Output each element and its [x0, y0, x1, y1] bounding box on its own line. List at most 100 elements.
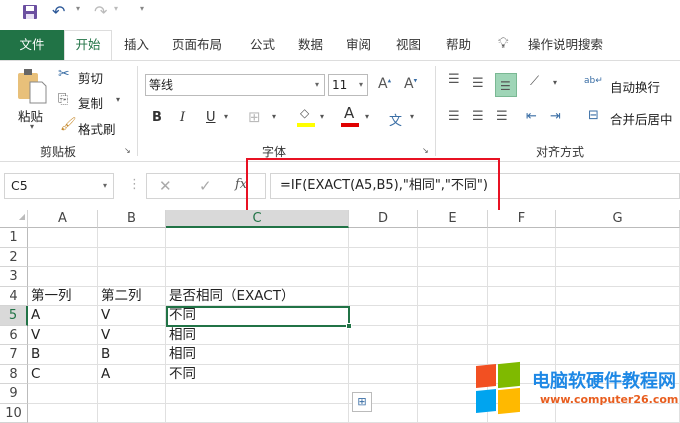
- cell-A7[interactable]: B: [28, 345, 98, 365]
- phonetic-guide-button[interactable]: 文: [389, 110, 402, 129]
- orientation-icon[interactable]: ⟋: [530, 74, 539, 89]
- column-header-D[interactable]: D: [349, 210, 418, 228]
- increase-font-size-icon[interactable]: A▴: [378, 76, 391, 92]
- tab-insert[interactable]: 插入: [124, 32, 149, 58]
- select-all-button[interactable]: ◢: [0, 210, 28, 228]
- column-header-E[interactable]: E: [418, 210, 488, 228]
- font-size-select[interactable]: 11▾: [328, 74, 368, 96]
- italic-button[interactable]: I: [180, 110, 185, 125]
- row-header-4[interactable]: 4: [0, 287, 28, 307]
- column-header-A[interactable]: A: [28, 210, 98, 228]
- cell-E6[interactable]: [418, 326, 488, 346]
- cell-G4[interactable]: [556, 287, 680, 307]
- cell-C10[interactable]: [166, 404, 349, 423]
- copy-dropdown-icon[interactable]: ▾: [116, 95, 120, 104]
- copy-button[interactable]: 复制: [78, 93, 103, 112]
- paste-dropdown-icon[interactable]: ▾: [30, 122, 34, 131]
- cell-A5[interactable]: A: [28, 306, 98, 326]
- merge-center-button[interactable]: 合并后居中: [610, 109, 673, 128]
- row-header-1[interactable]: 1: [0, 228, 28, 248]
- row-header-10[interactable]: 10: [0, 404, 28, 423]
- cell-A9[interactable]: [28, 384, 98, 404]
- fill-color-dropdown-icon[interactable]: ▾: [320, 112, 324, 121]
- bold-button[interactable]: B: [152, 110, 162, 125]
- row-header-7[interactable]: 7: [0, 345, 28, 365]
- cell-E4[interactable]: [418, 287, 488, 307]
- cell-D3[interactable]: [349, 267, 418, 287]
- font-color-button[interactable]: A: [341, 104, 361, 128]
- cell-A1[interactable]: [28, 228, 98, 248]
- increase-indent-icon[interactable]: ⇥: [550, 109, 561, 124]
- cell-G10[interactable]: [556, 404, 680, 423]
- cell-F5[interactable]: [488, 306, 556, 326]
- phonetic-dropdown-icon[interactable]: ▾: [410, 112, 414, 121]
- cell-A8[interactable]: C: [28, 365, 98, 385]
- cell-B8[interactable]: A: [98, 365, 166, 385]
- cell-G1[interactable]: [556, 228, 680, 248]
- quick-analysis-icon[interactable]: ⊞: [352, 392, 372, 412]
- cell-D8[interactable]: [349, 365, 418, 385]
- cell-E1[interactable]: [418, 228, 488, 248]
- cell-B3[interactable]: [98, 267, 166, 287]
- underline-button[interactable]: U: [206, 110, 216, 125]
- cell-A3[interactable]: [28, 267, 98, 287]
- tab-review[interactable]: 审阅: [346, 32, 371, 58]
- cell-D1[interactable]: [349, 228, 418, 248]
- tab-data[interactable]: 数据: [298, 32, 323, 58]
- tell-me-search[interactable]: 操作说明搜索: [528, 32, 603, 58]
- cell-B7[interactable]: B: [98, 345, 166, 365]
- wrap-text-button[interactable]: 自动换行: [610, 77, 660, 96]
- clipboard-launcher-icon[interactable]: ↘: [124, 146, 131, 155]
- cell-D2[interactable]: [349, 248, 418, 268]
- row-header-8[interactable]: 8: [0, 365, 28, 385]
- cell-C1[interactable]: [166, 228, 349, 248]
- cell-G6[interactable]: [556, 326, 680, 346]
- save-icon[interactable]: [22, 4, 38, 20]
- column-header-G[interactable]: G: [556, 210, 680, 228]
- tab-file[interactable]: 文件: [0, 30, 64, 60]
- cell-B9[interactable]: [98, 384, 166, 404]
- undo-dropdown-icon[interactable]: ▾: [76, 4, 80, 13]
- formula-bar-grip-icon[interactable]: ⋮: [128, 177, 141, 192]
- font-name-select[interactable]: 等线▾: [145, 74, 325, 96]
- cell-A2[interactable]: [28, 248, 98, 268]
- cell-C9[interactable]: [166, 384, 349, 404]
- redo-dropdown-icon[interactable]: ▾: [114, 4, 118, 13]
- cell-C7[interactable]: 相同: [166, 345, 349, 365]
- customize-qat-icon[interactable]: ▾: [140, 4, 144, 13]
- tab-home[interactable]: 开始: [64, 30, 112, 61]
- cut-button[interactable]: 剪切: [78, 68, 103, 87]
- tab-page-layout[interactable]: 页面布局: [172, 32, 222, 58]
- cell-B5[interactable]: V: [98, 306, 166, 326]
- cell-F1[interactable]: [488, 228, 556, 248]
- middle-align-icon[interactable]: ☰: [472, 76, 484, 91]
- row-header-3[interactable]: 3: [0, 267, 28, 287]
- bottom-align-button[interactable]: ☰: [495, 73, 517, 97]
- cell-F4[interactable]: [488, 287, 556, 307]
- enter-icon[interactable]: ✓: [199, 177, 212, 195]
- cell-E3[interactable]: [418, 267, 488, 287]
- cell-D7[interactable]: [349, 345, 418, 365]
- orientation-dropdown-icon[interactable]: ▾: [553, 78, 557, 87]
- cell-D5[interactable]: [349, 306, 418, 326]
- decrease-font-size-icon[interactable]: A▾: [404, 76, 417, 92]
- cell-D6[interactable]: [349, 326, 418, 346]
- cell-F6[interactable]: [488, 326, 556, 346]
- cell-A10[interactable]: [28, 404, 98, 423]
- column-header-C[interactable]: C: [166, 210, 349, 228]
- cell-E5[interactable]: [418, 306, 488, 326]
- row-header-6[interactable]: 6: [0, 326, 28, 346]
- cell-E2[interactable]: [418, 248, 488, 268]
- top-align-icon[interactable]: ☰: [448, 72, 460, 87]
- fill-handle[interactable]: [346, 323, 352, 329]
- cell-A6[interactable]: V: [28, 326, 98, 346]
- decrease-indent-icon[interactable]: ⇤: [526, 109, 537, 124]
- font-color-dropdown-icon[interactable]: ▾: [365, 112, 369, 121]
- paste-icon[interactable]: [17, 68, 47, 104]
- borders-dropdown-icon[interactable]: ▾: [272, 112, 276, 121]
- cell-C3[interactable]: [166, 267, 349, 287]
- align-center-icon[interactable]: ☰: [472, 109, 484, 124]
- format-painter-button[interactable]: 格式刷: [78, 119, 116, 138]
- cell-C2[interactable]: [166, 248, 349, 268]
- align-right-icon[interactable]: ☰: [496, 109, 508, 124]
